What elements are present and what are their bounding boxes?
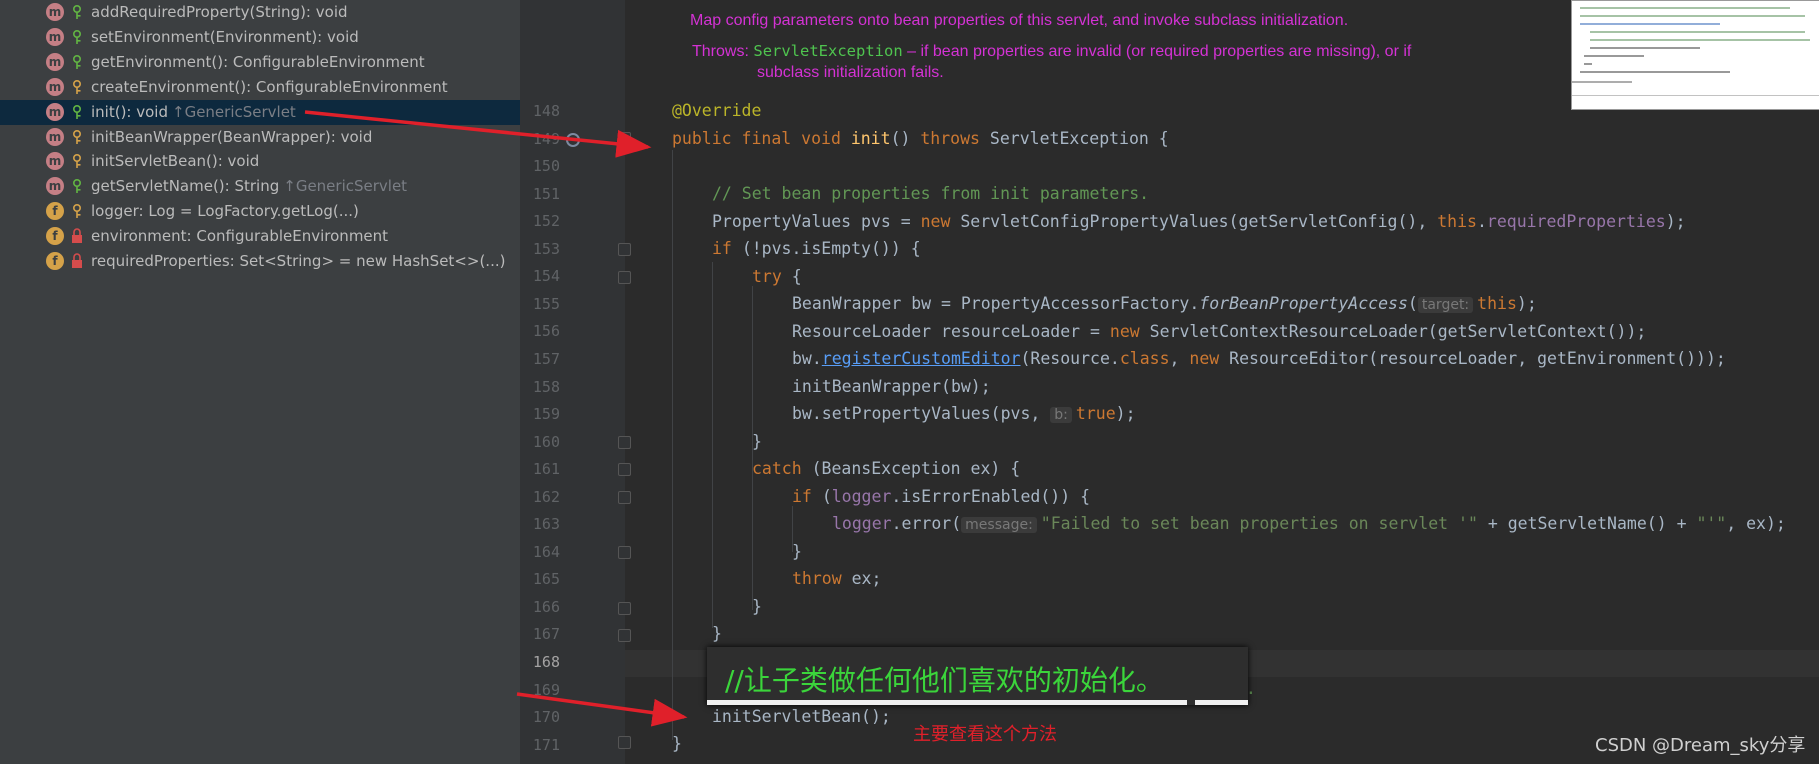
- arrow-to-init: [304, 110, 652, 158]
- annotation-arrows: [304, 110, 688, 727]
- arrow-to-initservletbean: [516, 692, 688, 727]
